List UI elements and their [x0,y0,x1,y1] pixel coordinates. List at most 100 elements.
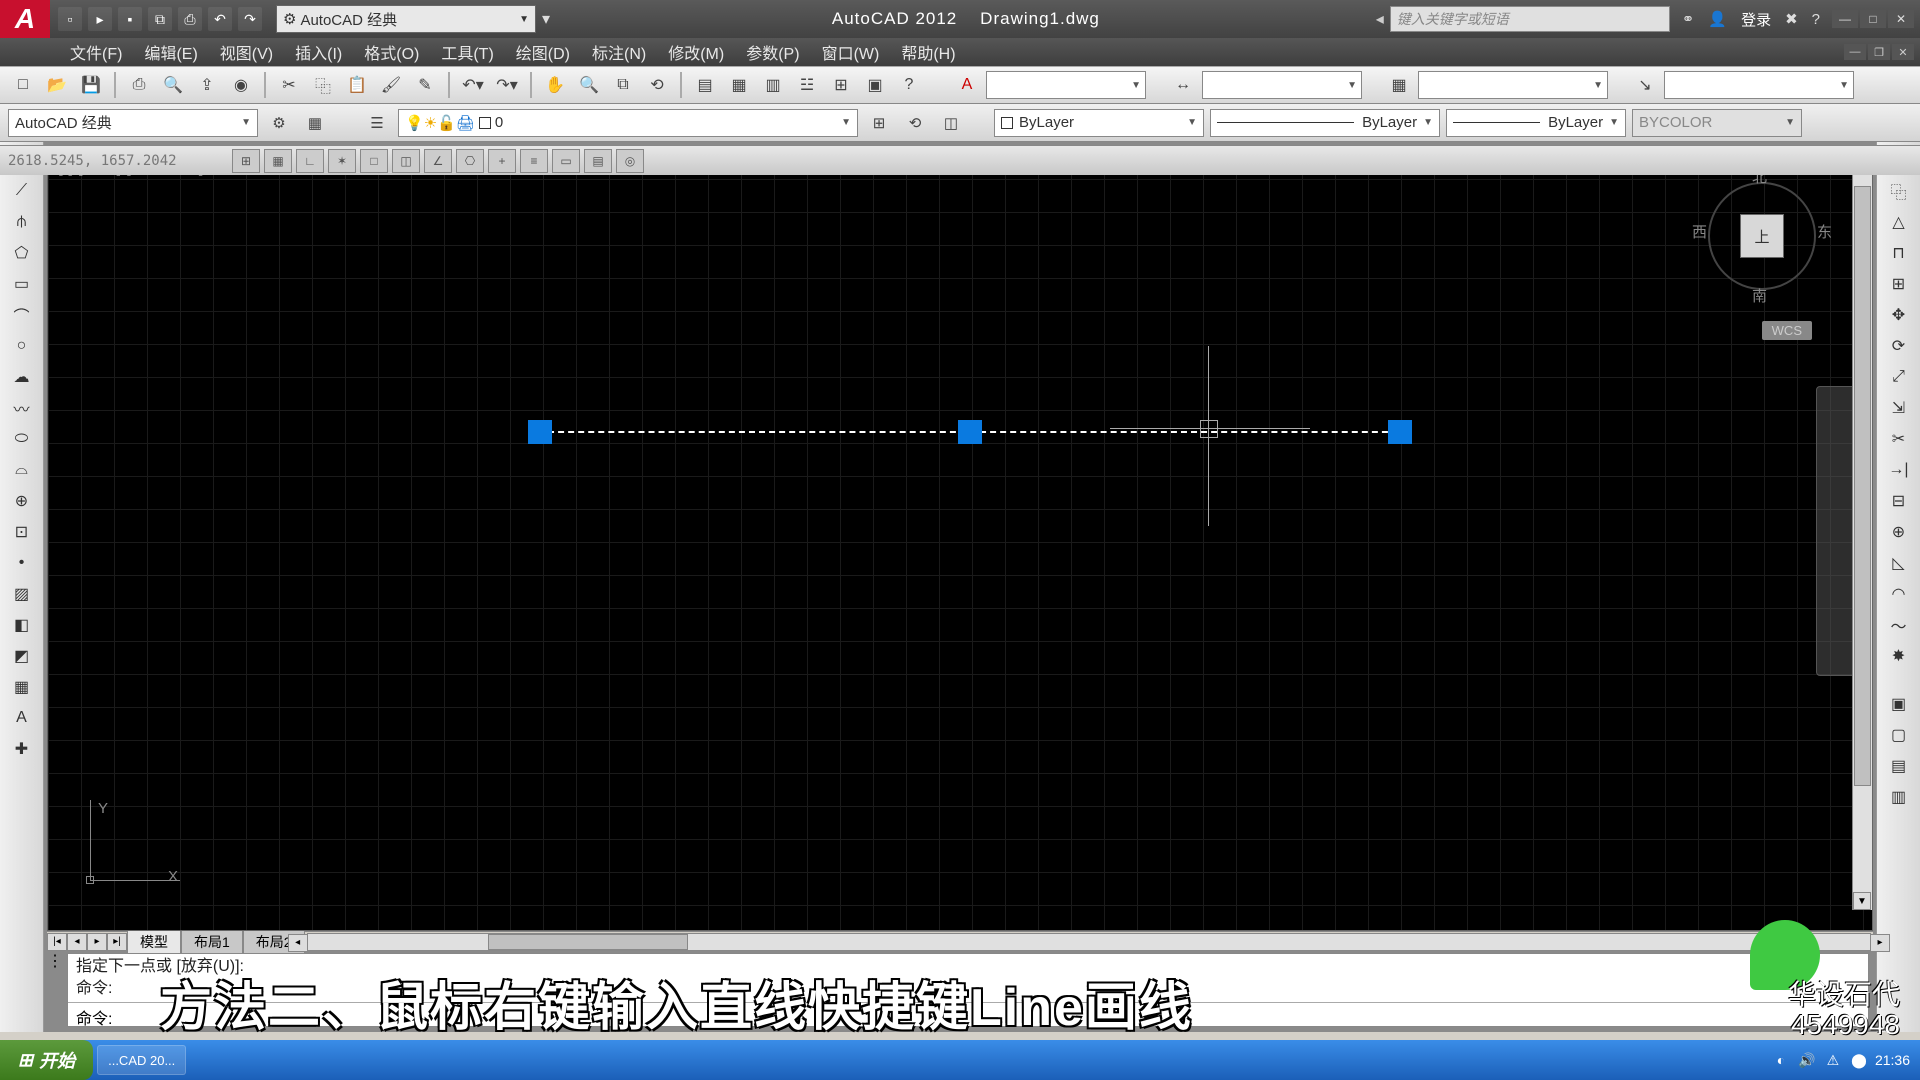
extend-icon[interactable]: →| [1885,456,1913,484]
signin-label[interactable]: 登录 [1741,9,1771,30]
grid-toggle[interactable]: ▦ [264,149,292,173]
draworder-icon[interactable]: ▣ [1885,690,1913,718]
dimstyle-dropdown[interactable]: ▼ [1202,71,1362,99]
cmdwin-grip[interactable]: ⋮ [47,951,63,1029]
scale-icon[interactable]: ⤢ [1885,363,1913,391]
menu-view[interactable]: 视图(V) [220,40,273,64]
toolpalettes-icon[interactable]: ▥ [758,70,788,100]
qat-undo-icon[interactable]: ↶ [208,7,232,31]
mleaderstyle-dropdown[interactable]: ▼ [1664,71,1854,99]
search-input[interactable]: 键入关键字或短语 [1390,6,1670,32]
tab-last-icon[interactable]: ▸| [107,933,127,951]
polyline-icon[interactable]: ⫛ [8,208,36,236]
xline-icon[interactable]: ⟋ [8,177,36,205]
otrack-toggle[interactable]: ∠ [424,149,452,173]
menu-insert[interactable]: 插入(I) [295,40,342,64]
tpy-toggle[interactable]: ▭ [552,149,580,173]
3dosnap-toggle[interactable]: ◫ [392,149,420,173]
lwt-toggle[interactable]: ≡ [520,149,548,173]
tray-icon-3[interactable]: ⚠ [1823,1050,1843,1070]
menu-edit[interactable]: 编辑(E) [144,40,197,64]
dimstyle-icon[interactable]: ↔ [1168,70,1198,100]
hatch-icon[interactable]: ▨ [8,580,36,608]
draworder2-icon[interactable]: ▢ [1885,721,1913,749]
navigation-bar[interactable] [1816,386,1856,676]
markup-icon[interactable]: ☳ [792,70,822,100]
menu-help[interactable]: 帮助(H) [901,40,955,64]
trim-icon[interactable]: ✂ [1885,425,1913,453]
tray-icon-2[interactable]: 🔊 [1797,1050,1817,1070]
qat-new-icon[interactable]: ▫ [58,7,82,31]
fillet-icon[interactable]: ◠ [1885,580,1913,608]
chamfer-icon[interactable]: ◺ [1885,549,1913,577]
viewcube-east[interactable]: 东 [1817,221,1832,242]
mirror-icon[interactable]: △ [1885,208,1913,236]
menu-file[interactable]: 文件(F) [70,40,122,64]
new-icon[interactable]: □ [8,70,38,100]
copy-icon[interactable]: ⿻ [308,70,338,100]
sc-toggle[interactable]: ◎ [616,149,644,173]
break-icon[interactable]: ⊟ [1885,487,1913,515]
open-icon[interactable]: 📂 [42,70,72,100]
tablestyle-icon[interactable]: ▦ [1384,70,1414,100]
grip-end[interactable] [1388,420,1412,444]
menu-tools[interactable]: 工具(T) [441,40,493,64]
coordinates-readout[interactable]: 2618.5245, 1657.2042 [8,153,228,169]
textstyle-dropdown[interactable]: ▼ [986,71,1146,99]
workspace-save-icon[interactable]: ▦ [300,108,330,138]
paste-icon[interactable]: 📋 [342,70,372,100]
make-block-icon[interactable]: ⊡ [8,518,36,546]
zoom-win-icon[interactable]: ⧉ [608,70,638,100]
doc-minimize-button[interactable]: — [1844,44,1866,60]
close-button[interactable]: ✕ [1888,10,1914,28]
draworder3-icon[interactable]: ▤ [1885,752,1913,780]
ducs-toggle[interactable]: ⎔ [456,149,484,173]
viewcube-south[interactable]: 南 [1752,285,1767,306]
layer-dropdown[interactable]: 💡 ☀ 🔓 🖨 0 ▼ [398,109,858,137]
properties-icon[interactable]: ▤ [690,70,720,100]
doc-close-button[interactable]: ✕ [1892,44,1914,60]
layer-prev-icon[interactable]: ⟲ [900,108,930,138]
scroll-down-icon[interactable]: ▼ [1853,892,1871,910]
stretch-icon[interactable]: ⇲ [1885,394,1913,422]
menu-format[interactable]: 格式(O) [364,40,419,64]
qat-open-icon[interactable]: ▸ [88,7,112,31]
qat-print-icon[interactable]: ⎙ [178,7,202,31]
ortho-toggle[interactable]: ∟ [296,149,324,173]
qat-saveas-icon[interactable]: ⧉ [148,7,172,31]
explode-icon[interactable]: ✸ [1885,642,1913,670]
array-icon[interactable]: ⊞ [1885,270,1913,298]
plot-icon[interactable]: ⎙ [124,70,154,100]
mleaderstyle-icon[interactable]: ↘ [1630,70,1660,100]
tablestyle-dropdown[interactable]: ▼ [1418,71,1608,99]
drawing-canvas[interactable]: [-] [俯视] [二维线框] Y X 上 北 南 西 东 WCS [47,145,1873,931]
hscroll-left-icon[interactable]: ◂ [288,934,308,952]
preview-icon[interactable]: 🔍 [158,70,188,100]
tab-first-icon[interactable]: |◂ [47,933,67,951]
ellipse-arc-icon[interactable]: ⌓ [8,456,36,484]
menu-draw[interactable]: 绘图(D) [516,40,570,64]
qat-redo-icon[interactable]: ↷ [238,7,262,31]
help2-icon[interactable]: ? [894,70,924,100]
redo-dd-icon[interactable]: ↷▾ [492,70,522,100]
viewcube[interactable]: 上 北 南 西 东 [1692,166,1832,306]
blockeditor-icon[interactable]: ✎ [410,70,440,100]
draworder4-icon[interactable]: ▥ [1885,783,1913,811]
lineweight-dropdown[interactable]: ByLayer▼ [1446,109,1626,137]
mtext-icon[interactable]: A [8,704,36,732]
tray-clock[interactable]: 21:36 [1875,1052,1910,1068]
designcenter-icon[interactable]: ▣ [860,70,890,100]
arc-icon[interactable]: ⌒ [8,301,36,329]
table-icon[interactable]: ▦ [8,673,36,701]
spline-icon[interactable]: 〰 [8,394,36,422]
blend-icon[interactable]: 〜 [1885,611,1913,639]
osnap-toggle[interactable]: □ [360,149,388,173]
tray-icon-1[interactable]: ◐ [1771,1050,1791,1070]
help-icon[interactable]: ? [1812,11,1820,28]
app-logo[interactable]: A [0,0,50,38]
publish-icon[interactable]: ⇪ [192,70,222,100]
layer-iso-icon[interactable]: ◫ [936,108,966,138]
save-icon[interactable]: 💾 [76,70,106,100]
copy2-icon[interactable]: ⿻ [1885,177,1913,205]
region-icon[interactable]: ◩ [8,642,36,670]
